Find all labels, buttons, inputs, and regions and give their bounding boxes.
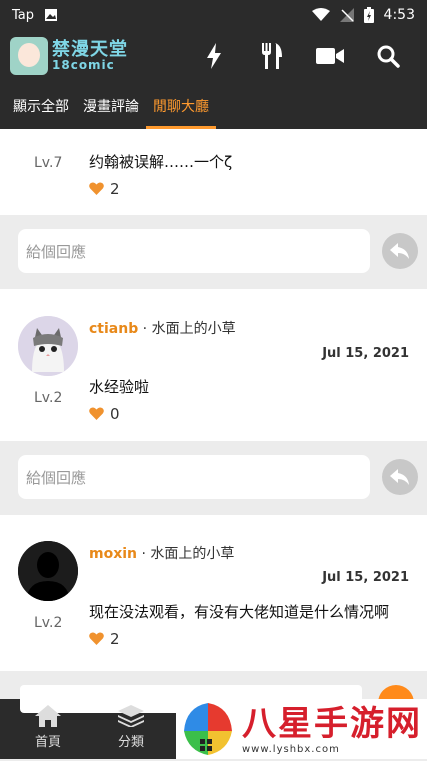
flash-icon [207,43,221,69]
comment-date: Jul 15, 2021 [322,570,409,585]
app-logo[interactable]: 禁漫天堂 18comic [10,37,128,75]
user-level: Lv.7 [34,155,63,171]
like-count: 0 [110,405,120,423]
nav-home[interactable]: 首頁 [18,705,78,750]
like-count: 2 [110,630,120,648]
reply-input[interactable]: 給個回應 [18,229,370,273]
nav-categories-label: 分類 [117,735,144,750]
search-icon [377,45,400,68]
reply-input[interactable]: 給個回應 [18,455,370,499]
mascot-logo-icon [10,37,48,75]
home-icon [35,705,61,727]
user-level: Lv.2 [34,390,63,406]
like-button[interactable]: 2 [89,180,120,198]
battery-charging-icon [363,7,374,23]
logo-title: 禁漫天堂 [52,39,128,60]
search-button[interactable] [359,36,417,76]
comment-card: Lv.2 moxin · 水面上的小草 Jul 15, 2021 现在没法观看，… [0,515,427,671]
heart-icon [89,632,104,645]
tab-show-all[interactable]: 顯示全部 [6,82,76,129]
wifi-icon [311,8,330,21]
status-bar: Tap 4:53 [0,0,427,30]
user-line: moxin · 水面上的小草 [89,543,234,563]
no-signal-icon [339,8,354,22]
watermark-overlay: 八星手游网 www.lyshbx.com [176,699,427,759]
reply-row: 給個回應 [0,441,427,513]
comment-text: 水经验啦 [89,378,150,396]
like-button[interactable]: 2 [89,630,120,648]
video-button[interactable] [301,36,359,76]
avatar[interactable] [18,541,78,601]
watermark-url: www.lyshbx.com [242,743,340,755]
reply-arrow-icon [390,243,409,259]
heart-icon [89,182,104,195]
video-camera-icon [316,48,344,64]
heart-icon [89,407,104,420]
image-notification-icon [45,9,58,21]
logo-subtitle: 18comic [52,58,115,72]
carrier-label: Tap [12,7,35,23]
tab-bar: 顯示全部 漫畫評論 閒聊大廳 [0,82,427,129]
fork-knife-button[interactable] [243,36,301,76]
reply-send-button[interactable] [382,233,418,269]
comment-text: 约翰被误解……一个ζ [89,153,233,171]
like-count: 2 [110,180,120,198]
flash-button[interactable] [185,36,243,76]
board-name: · 水面上的小草 [138,321,236,337]
tab-chat-lobby[interactable]: 閒聊大廳 [146,82,216,129]
comment-text: 现在没法观看，有没有大佬知道是什么情况啊 [89,603,390,621]
cat-avatar-icon [18,316,78,376]
username-link[interactable]: ctianb [89,321,138,337]
comment-card: Lv.7 约翰被误解……一个ζ 2 [0,129,427,215]
app-bar: 禁漫天堂 18comic [0,30,427,82]
reply-row: 給個回應 [0,215,427,287]
like-button[interactable]: 0 [89,405,120,423]
user-level: Lv.2 [34,615,63,631]
nav-categories[interactable]: 分類 [101,705,161,750]
clock: 4:53 [383,7,415,23]
comment-card: Lv.2 ctianb · 水面上的小草 Jul 15, 2021 水经验啦 0 [0,289,427,441]
nav-home-label: 首頁 [34,735,61,750]
fork-knife-icon [262,43,282,69]
user-line: ctianb · 水面上的小草 [89,318,236,338]
reply-arrow-icon [390,469,409,485]
board-name: · 水面上的小草 [137,546,235,562]
username-link[interactable]: moxin [89,546,137,562]
reply-send-button[interactable] [382,459,418,495]
comment-feed[interactable]: Lv.7 约翰被误解……一个ζ 2 給個回應 Lv.2 ctianb · 水面上… [0,129,427,699]
layers-icon [118,705,144,727]
tab-manga-reviews[interactable]: 漫畫評論 [76,82,146,129]
watermark-title: 八星手游网 [242,703,422,744]
watermark-logo-icon [180,701,236,757]
comment-date: Jul 15, 2021 [322,346,409,361]
avatar[interactable] [18,316,78,376]
default-user-avatar-icon [18,541,78,601]
